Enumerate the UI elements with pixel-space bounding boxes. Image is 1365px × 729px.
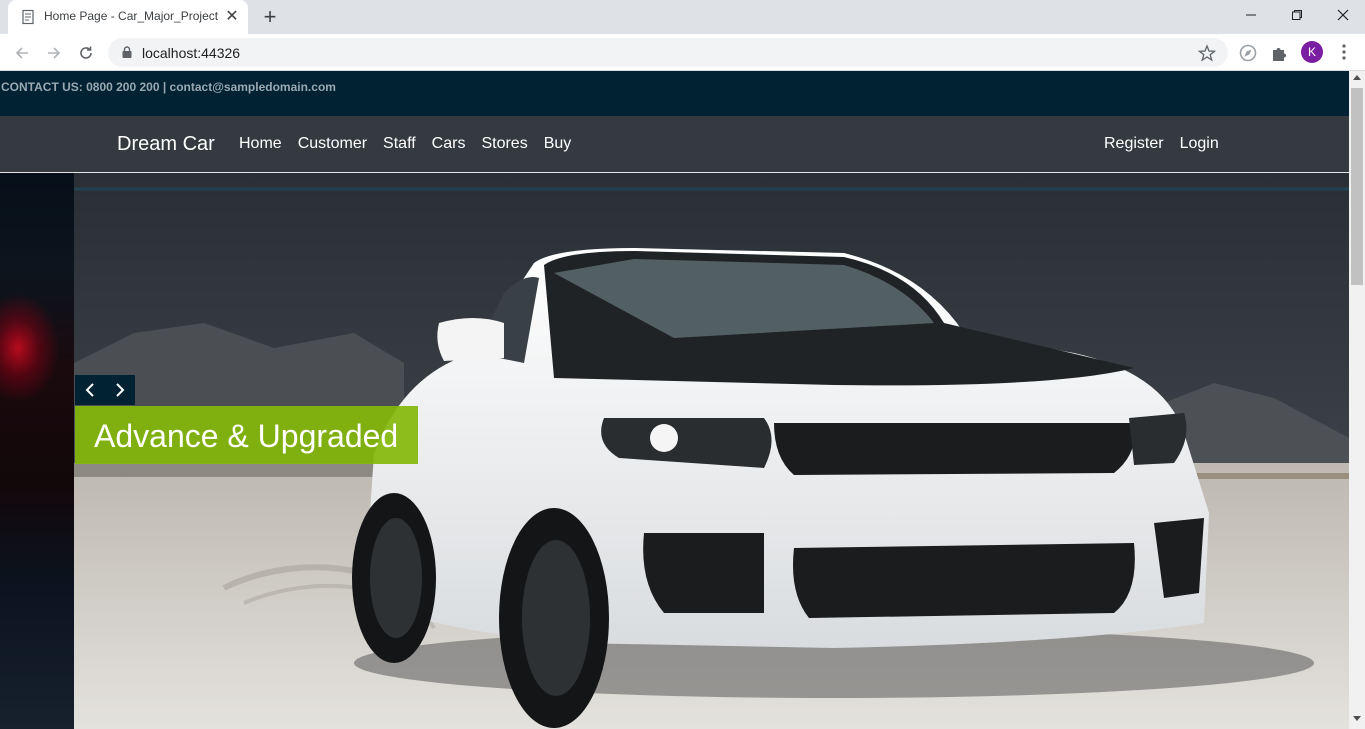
back-arrow-icon — [15, 47, 28, 59]
forward-arrow-icon — [48, 47, 61, 59]
scroll-up-icon[interactable] — [1353, 75, 1361, 80]
browser-tab[interactable]: Home Page - Car_Major_Project ✕ — [8, 0, 248, 34]
tab-close-icon[interactable]: ✕ — [223, 8, 241, 26]
nav-stores[interactable]: Stores — [481, 135, 527, 153]
new-tab-icon[interactable]: + — [258, 6, 282, 28]
scroll-down-icon[interactable] — [1353, 716, 1361, 721]
carousel-controls — [75, 375, 135, 405]
lock-icon — [122, 46, 132, 58]
contact-bar: CONTACT US: 0800 200 200 | contact@sampl… — [0, 71, 1349, 116]
nav-register[interactable]: Register — [1104, 135, 1164, 153]
previous-slide-peek — [0, 173, 74, 729]
reload-button[interactable] — [74, 41, 98, 65]
extension-compass-icon[interactable] — [1238, 43, 1258, 63]
close-window-button[interactable] — [1320, 0, 1365, 30]
brand-link[interactable]: Dream Car — [117, 133, 215, 156]
chevron-right-icon — [116, 383, 125, 397]
nav-login[interactable]: Login — [1180, 135, 1219, 153]
scrollbar-thumb[interactable] — [1351, 88, 1363, 285]
back-button[interactable] — [10, 41, 34, 65]
carousel-next-button[interactable] — [105, 375, 135, 405]
main-navbar: Dream Car Home Customer Staff Cars Store… — [0, 116, 1349, 173]
nav-customer[interactable]: Customer — [298, 135, 367, 153]
slide-caption-text: Advance & Upgraded — [94, 418, 399, 454]
restore-button[interactable] — [1274, 0, 1320, 30]
page-favicon-icon — [22, 9, 34, 25]
page-viewport: CONTACT US: 0800 200 200 | contact@sampl… — [0, 71, 1349, 729]
carousel-prev-button[interactable] — [75, 375, 105, 405]
auth-links: Register Login — [1104, 135, 1219, 153]
browser-menu-icon[interactable] — [1334, 42, 1354, 62]
browser-toolbar: localhost:44326 K — [0, 34, 1365, 71]
hero-carousel: Advance & Upgraded — [0, 173, 1349, 729]
page-scrollbar[interactable] — [1349, 71, 1365, 729]
tab-title: Home Page - Car_Major_Project — [44, 9, 219, 23]
reload-icon — [80, 46, 92, 59]
extensions-puzzle-icon[interactable] — [1270, 43, 1290, 63]
profile-avatar[interactable]: K — [1301, 41, 1323, 63]
bookmark-star-icon[interactable] — [1198, 44, 1216, 62]
slide-caption: Advance & Upgraded — [75, 406, 418, 464]
forward-button[interactable] — [42, 41, 66, 65]
nav-buy[interactable]: Buy — [544, 135, 572, 153]
contact-info: CONTACT US: 0800 200 200 | contact@sampl… — [1, 80, 336, 94]
tab-strip: Home Page - Car_Major_Project ✕ + — [0, 0, 1365, 34]
nav-staff[interactable]: Staff — [383, 135, 416, 153]
chevron-left-icon — [85, 383, 94, 397]
nav-home[interactable]: Home — [239, 135, 282, 153]
url-text[interactable]: localhost:44326 — [142, 45, 240, 61]
nav-cars[interactable]: Cars — [432, 135, 466, 153]
red-taillight-glow — [0, 293, 60, 403]
address-bar[interactable]: localhost:44326 — [108, 38, 1228, 67]
nav-links: Home Customer Staff Cars Stores Buy — [239, 135, 571, 153]
minimize-button[interactable] — [1228, 0, 1274, 30]
